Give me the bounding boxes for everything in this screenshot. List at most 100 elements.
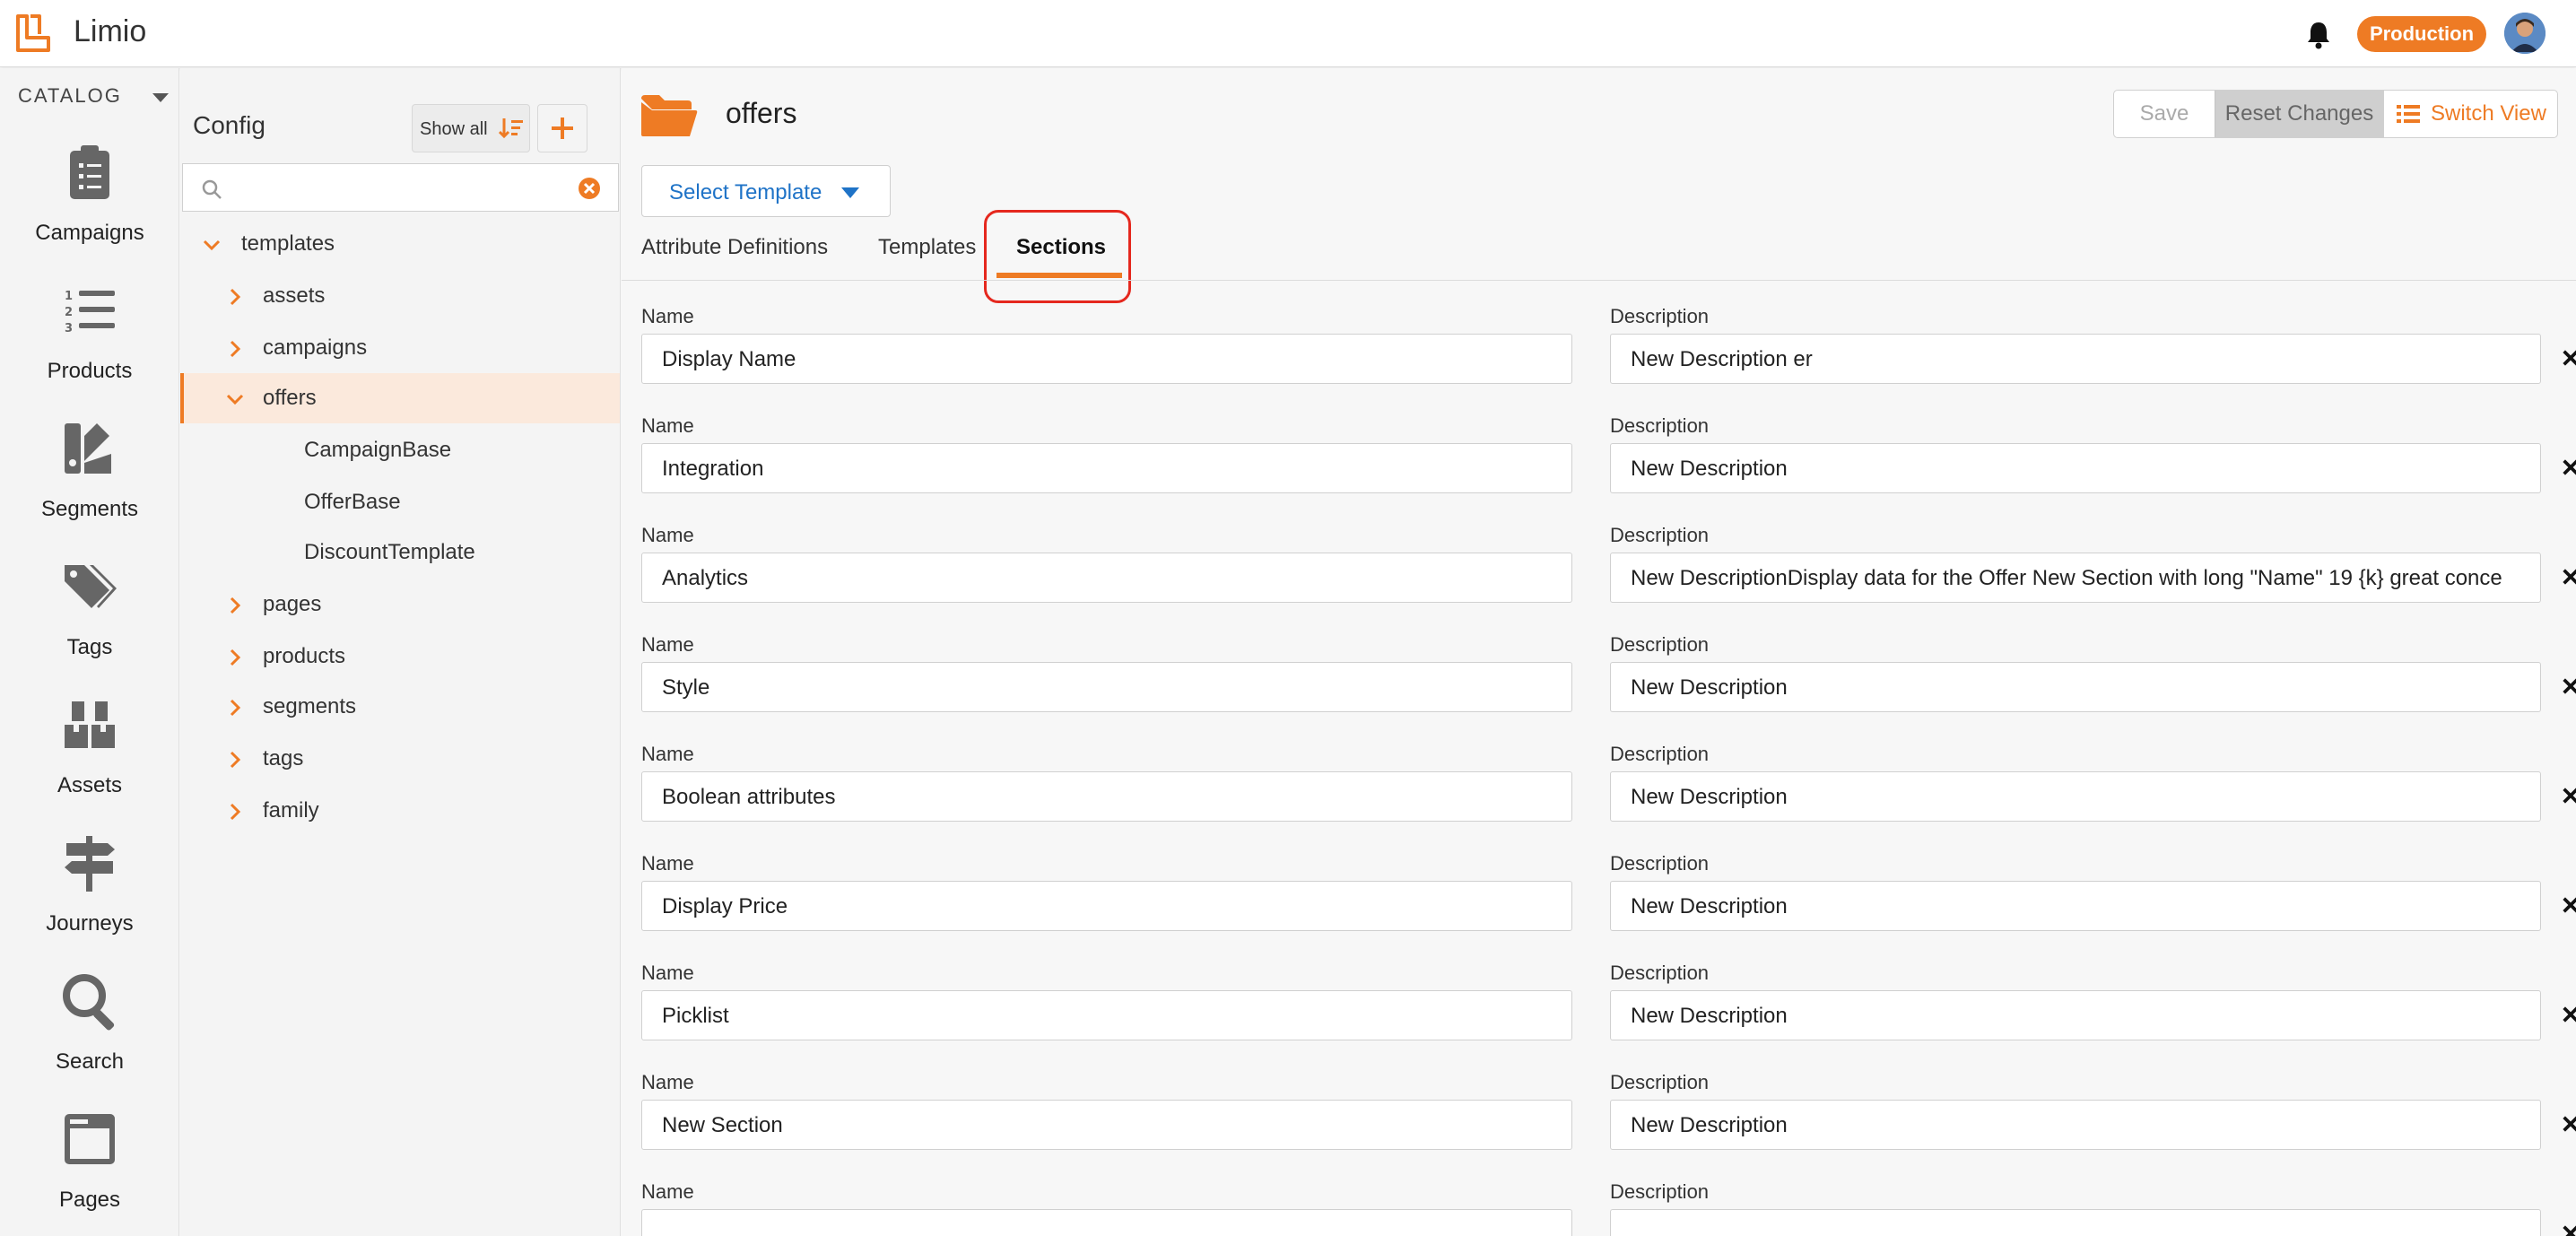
section-name-field[interactable]: Picklist xyxy=(641,990,1572,1040)
tree-node-products[interactable]: products xyxy=(180,631,620,682)
nav-segments[interactable]: Segments xyxy=(0,418,179,553)
switch-view-button[interactable]: Switch View xyxy=(2383,91,2557,137)
remove-section-icon[interactable] xyxy=(2561,1223,2576,1236)
section-name-value: New Section xyxy=(662,1113,783,1137)
section-description-value: New Description xyxy=(1631,1004,1788,1028)
chevron-right-icon[interactable] xyxy=(225,802,245,822)
tree-node-label: DiscountTemplate xyxy=(304,540,475,564)
tree-search-input[interactable] xyxy=(230,171,561,205)
toolbar: Save Reset Changes Switch View xyxy=(2113,90,2558,138)
section-description-field[interactable]: New Description xyxy=(1610,771,2541,822)
section-description-field[interactable] xyxy=(1610,1209,2541,1236)
nav-pages[interactable]: Pages xyxy=(0,1109,179,1236)
nav-segments-label: Segments xyxy=(40,497,139,521)
chevron-right-icon[interactable] xyxy=(225,287,245,307)
chevron-right-icon[interactable] xyxy=(225,648,245,667)
numbered-list-icon: 1 2 3 xyxy=(65,290,115,335)
remove-section-icon[interactable] xyxy=(2561,457,2576,477)
add-config-button[interactable] xyxy=(537,104,587,152)
remove-section-icon[interactable] xyxy=(2561,348,2576,368)
section-name-field[interactable]: Display Price xyxy=(641,881,1572,931)
reset-changes-button[interactable]: Reset Changes xyxy=(2215,91,2383,137)
section-description-label: Description xyxy=(1610,633,1710,656)
notification-bell-icon[interactable] xyxy=(2303,20,2334,50)
show-all-label: Show all xyxy=(420,119,488,139)
tree-node-assets[interactable]: assets xyxy=(180,271,620,321)
remove-section-icon[interactable] xyxy=(2561,786,2576,805)
section-name-label: Name xyxy=(641,633,694,656)
section-description-field[interactable]: New Description xyxy=(1610,443,2541,493)
section-description-field[interactable]: New Description er xyxy=(1610,334,2541,384)
chevron-down-icon[interactable] xyxy=(202,235,222,255)
chevron-right-icon[interactable] xyxy=(225,339,245,359)
tabs-divider xyxy=(622,280,2576,281)
section-description-label: Description xyxy=(1610,962,1710,984)
nav-journeys[interactable]: Journeys xyxy=(0,832,179,967)
list-view-icon xyxy=(2397,105,2420,123)
svg-text:3: 3 xyxy=(65,322,73,335)
section-name-field[interactable]: Display Name xyxy=(641,334,1572,384)
nav-assets[interactable]: Assets xyxy=(0,694,179,829)
section-description-field[interactable]: New Description xyxy=(1610,662,2541,712)
section-description-field[interactable]: New Description xyxy=(1610,881,2541,931)
clear-search-icon[interactable] xyxy=(578,177,601,200)
nav-products[interactable]: 1 2 3 Products xyxy=(0,280,179,414)
tree-node-offerbase[interactable]: OfferBase xyxy=(180,477,620,527)
section-name-label: Name xyxy=(641,1071,694,1093)
nav-tags[interactable]: Tags xyxy=(0,556,179,691)
section-name-field[interactable]: Style xyxy=(641,662,1572,712)
plus-icon xyxy=(552,118,573,139)
section-name-field[interactable] xyxy=(641,1209,1572,1236)
chevron-right-icon[interactable] xyxy=(225,596,245,615)
remove-section-icon[interactable] xyxy=(2561,895,2576,915)
signpost-icon xyxy=(65,836,115,892)
tree-node-campaigns[interactable]: campaigns xyxy=(180,323,620,373)
section-description-field[interactable]: New DescriptionDisplay data for the Offe… xyxy=(1610,553,2541,603)
section-description-value: New Description xyxy=(1631,785,1788,809)
svg-text:2: 2 xyxy=(65,306,73,319)
catalog-dropdown-icon[interactable] xyxy=(152,93,169,102)
remove-section-icon[interactable] xyxy=(2561,676,2576,696)
tree-node-pages[interactable]: pages xyxy=(180,579,620,630)
remove-section-icon[interactable] xyxy=(2561,1005,2576,1024)
user-avatar[interactable] xyxy=(2504,13,2546,54)
section-name-label: Name xyxy=(641,743,694,765)
select-template-label: Select Template xyxy=(669,180,822,205)
section-description-value: New Description xyxy=(1631,457,1788,481)
tab-templates[interactable]: Templates xyxy=(878,235,976,260)
tab-attribute-definitions[interactable]: Attribute Definitions xyxy=(641,235,828,260)
section-name-field[interactable]: New Section xyxy=(641,1100,1572,1150)
show-all-button[interactable]: Show all xyxy=(412,104,530,152)
tree-node-label: pages xyxy=(263,592,322,616)
section-description-label: Description xyxy=(1610,524,1710,546)
tree-node-campaignbase[interactable]: CampaignBase xyxy=(180,425,620,475)
select-template-dropdown[interactable]: Select Template xyxy=(641,165,891,217)
chevron-down-icon[interactable] xyxy=(225,389,245,409)
tree-node-tags[interactable]: tags xyxy=(180,734,620,784)
tree-node-discounttemplate[interactable]: DiscountTemplate xyxy=(180,527,620,578)
remove-section-icon[interactable] xyxy=(2561,567,2576,587)
section-name-value: Style xyxy=(662,675,710,700)
nav-campaigns[interactable]: Campaigns xyxy=(0,142,179,276)
tree-node-segments[interactable]: segments xyxy=(180,682,620,732)
section-description-label: Description xyxy=(1610,305,1710,327)
section-description-field[interactable]: New Description xyxy=(1610,1100,2541,1150)
section-name-value: Analytics xyxy=(662,566,749,590)
environment-badge[interactable]: Production xyxy=(2357,16,2486,52)
dropdown-caret-icon xyxy=(841,187,859,198)
nav-products-label: Products xyxy=(47,359,133,383)
chevron-right-icon[interactable] xyxy=(225,750,245,770)
save-button[interactable]: Save xyxy=(2114,91,2215,137)
section-description-field[interactable]: New Description xyxy=(1610,990,2541,1040)
limio-logo-icon[interactable] xyxy=(14,13,57,54)
tree-node-offers[interactable]: offers xyxy=(180,373,620,423)
section-name-field[interactable]: Analytics xyxy=(641,553,1572,603)
tree-node-templates[interactable]: templates xyxy=(180,219,620,269)
section-name-field[interactable]: Boolean attributes xyxy=(641,771,1572,822)
section-name-value: Picklist xyxy=(662,1004,729,1028)
nav-search[interactable]: Search xyxy=(0,971,179,1105)
tree-node-family[interactable]: family xyxy=(180,786,620,836)
chevron-right-icon[interactable] xyxy=(225,698,245,718)
section-name-field[interactable]: Integration xyxy=(641,443,1572,493)
remove-section-icon[interactable] xyxy=(2561,1114,2576,1134)
